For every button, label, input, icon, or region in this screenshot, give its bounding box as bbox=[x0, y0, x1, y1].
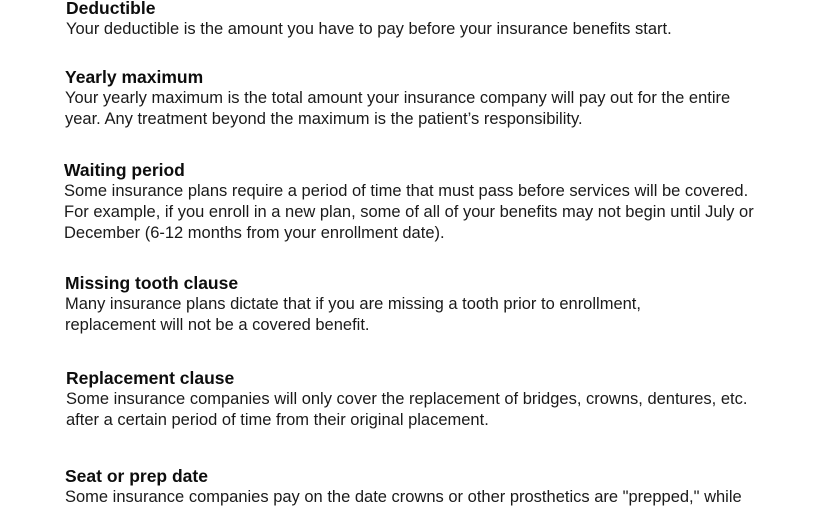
section-waiting-period: Waiting period Some insurance plans requ… bbox=[64, 160, 764, 244]
section-title: Replacement clause bbox=[66, 368, 235, 388]
section-replacement-clause: Replacement clause Some insurance compan… bbox=[66, 368, 766, 431]
section-missing-tooth-clause: Missing tooth clause Many insurance plan… bbox=[65, 273, 765, 336]
section-body: Your deductible is the amount you have t… bbox=[66, 19, 766, 40]
body-line: after a certain period of time from thei… bbox=[66, 411, 489, 429]
section-title: Waiting period bbox=[64, 160, 185, 180]
body-line: Your deductible is the amount you have t… bbox=[66, 20, 672, 38]
body-line: Some insurance companies will only cover… bbox=[66, 390, 748, 408]
section-body: Many insurance plans dictate that if you… bbox=[65, 294, 765, 336]
body-line: Your yearly maximum is the total amount … bbox=[65, 89, 731, 107]
section-deductible: Deductible Your deductible is the amount… bbox=[66, 0, 766, 40]
section-yearly-maximum: Yearly maximum Your yearly maximum is th… bbox=[65, 67, 765, 130]
body-line: December (6-12 months from your enrollme… bbox=[64, 224, 445, 242]
body-line: year. Any treatment beyond the maximum i… bbox=[65, 110, 583, 128]
section-title: Yearly maximum bbox=[65, 67, 204, 87]
section-body: Some insurance plans require a period of… bbox=[64, 181, 764, 244]
section-seat-or-prep-date: Seat or prep date Some insurance compani… bbox=[65, 466, 765, 508]
body-line: Many insurance plans dictate that if you… bbox=[65, 295, 641, 313]
section-title: Seat or prep date bbox=[65, 466, 208, 486]
section-body: Some insurance companies will only cover… bbox=[66, 389, 766, 431]
body-line: Some insurance plans require a period of… bbox=[64, 182, 749, 200]
body-line: replacement will not be a covered benefi… bbox=[65, 316, 370, 334]
section-body: Some insurance companies pay on the date… bbox=[65, 487, 765, 508]
body-line: For example, if you enroll in a new plan… bbox=[64, 203, 754, 221]
body-line: Some insurance companies pay on the date… bbox=[65, 488, 742, 506]
section-title: Deductible bbox=[66, 0, 156, 18]
section-title: Missing tooth clause bbox=[65, 273, 239, 293]
section-body: Your yearly maximum is the total amount … bbox=[65, 88, 765, 130]
